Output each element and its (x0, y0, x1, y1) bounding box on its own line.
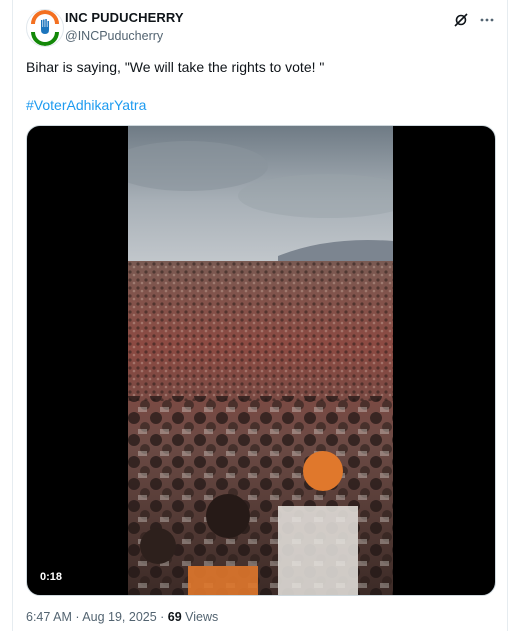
grok-icon[interactable] (453, 12, 469, 28)
tweet-text: Bihar is saying, "We will take the right… (26, 59, 325, 75)
views-count: 69 (167, 610, 182, 624)
tweet-card: INC PUDUCHERRY @INCPuducherry Bihar is s… (12, 0, 508, 631)
hashtag-link[interactable]: #VoterAdhikarYatra (26, 97, 146, 113)
video-player[interactable]: 0:18 (26, 125, 496, 596)
more-icon[interactable] (479, 12, 495, 28)
author-handle[interactable]: @INCPuducherry (65, 29, 163, 43)
meta-separator: · (71, 610, 83, 624)
tweet-meta: 6:47 AM · Aug 19, 2025 · 69 Views (26, 610, 218, 624)
avatar[interactable] (26, 9, 64, 47)
meta-separator: · (156, 610, 168, 624)
video-duration: 0:18 (35, 569, 68, 585)
tweet-date[interactable]: Aug 19, 2025 (82, 610, 156, 624)
video-frame-crowd (128, 126, 393, 595)
congress-hand-logo-icon (28, 10, 62, 46)
views-label: Views (181, 610, 219, 624)
header-actions (453, 12, 495, 28)
tweet-time[interactable]: 6:47 AM (26, 610, 72, 624)
author-display-name[interactable]: INC PUDUCHERRY (65, 10, 184, 25)
